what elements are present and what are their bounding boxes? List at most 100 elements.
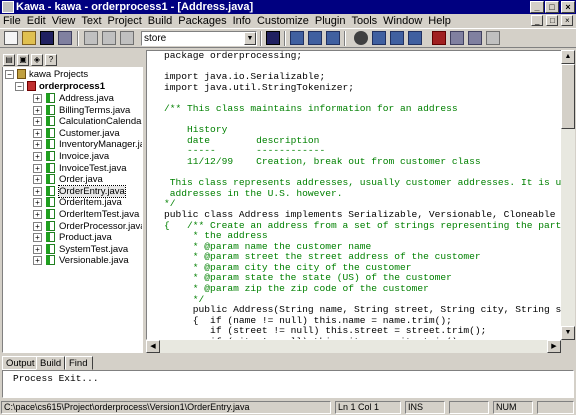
menu-tools[interactable]: Tools	[348, 14, 380, 28]
menu-build[interactable]: Build	[145, 14, 175, 28]
expand-icon[interactable]: +	[33, 140, 42, 150]
tree-file-label: Order.java	[59, 174, 103, 186]
search-combo[interactable]: store ▼	[141, 31, 257, 46]
tab-find-in-files[interactable]: Find in Files	[65, 356, 94, 395]
tree-file-item[interactable]: + OrderItemTest.java	[33, 209, 141, 220]
expand-icon[interactable]: +	[33, 233, 42, 243]
tree-file-item[interactable]: + CalculationCalendar.java	[33, 116, 142, 127]
menu-view[interactable]: View	[49, 14, 79, 28]
expand-icon[interactable]: +	[33, 152, 42, 161]
expand-icon[interactable]: +	[33, 175, 42, 185]
toolbar	[0, 28, 576, 48]
mdi-minimize-icon[interactable]: _	[531, 15, 543, 26]
tree-file-item[interactable]: + Customer.java	[33, 127, 141, 139]
scroll-down-icon[interactable]: ▼	[561, 326, 575, 340]
java-file-icon	[46, 209, 55, 219]
tree-file-item[interactable]: + Product.java	[33, 232, 141, 243]
debug-icon[interactable]	[432, 31, 446, 45]
stop-icon[interactable]	[354, 31, 368, 45]
window-list-icon[interactable]	[486, 31, 500, 45]
minimize-icon[interactable]: _	[530, 1, 544, 13]
expand-icon[interactable]: +	[33, 210, 42, 219]
expand-icon[interactable]: +	[33, 163, 42, 173]
menu-info[interactable]: Info	[230, 14, 254, 28]
build-icon[interactable]	[390, 31, 404, 45]
tree-file-item[interactable]: + InventoryManager.java	[33, 139, 142, 150]
help-view-icon[interactable]: ?	[45, 54, 57, 66]
step-over-icon[interactable]	[468, 31, 482, 45]
expand-icon[interactable]: +	[33, 105, 42, 115]
print-icon[interactable]	[266, 31, 280, 45]
tree-file-item[interactable]: + BillingTerms.java	[33, 104, 141, 116]
menu-plugin[interactable]: Plugin	[312, 14, 349, 28]
scroll-up-icon[interactable]: ▲	[561, 50, 575, 64]
tree-file-item[interactable]: + OrderEntry.java	[33, 184, 141, 198]
tree-file-label: Versionable.java	[59, 255, 129, 267]
close-icon[interactable]: ×	[561, 1, 575, 13]
menu-text[interactable]: Text	[78, 14, 104, 28]
copy-icon[interactable]	[102, 31, 116, 45]
tree-file-item[interactable]: + InvoiceTest.java	[33, 162, 141, 174]
maximize-icon[interactable]: □	[545, 1, 559, 13]
chevron-down-icon[interactable]: ▼	[244, 32, 256, 45]
project-panel-tabs: ▤ ▣ ◈ ?	[2, 53, 143, 67]
tree-root[interactable]: − kawa Projects	[5, 69, 135, 80]
expand-icon[interactable]: +	[33, 256, 42, 266]
mdi-close-icon[interactable]: ×	[561, 15, 573, 26]
scroll-left-icon[interactable]: ◀	[146, 340, 160, 353]
menu-edit[interactable]: Edit	[24, 14, 49, 28]
tree-file-item[interactable]: + Order.java	[33, 174, 141, 185]
step-into-icon[interactable]	[450, 31, 464, 45]
mdi-restore-icon[interactable]: □	[546, 15, 558, 26]
collapse-icon[interactable]: −	[15, 82, 24, 91]
menu-window[interactable]: Window	[380, 14, 425, 28]
expand-icon[interactable]: +	[33, 198, 42, 208]
expand-icon[interactable]: +	[33, 94, 42, 103]
tree-file-item[interactable]: + Invoice.java	[33, 151, 141, 162]
code-editor[interactable]: package orderprocessing; import java.io.S…	[146, 50, 562, 340]
tree-project[interactable]: − orderprocess1	[15, 81, 135, 92]
menu-file[interactable]: File	[0, 14, 24, 28]
expand-icon[interactable]: +	[33, 186, 42, 196]
save-all-icon[interactable]	[58, 31, 72, 45]
new-file-icon[interactable]	[4, 31, 18, 45]
menu-packages[interactable]: Packages	[175, 14, 229, 28]
tab-build[interactable]: Build	[36, 356, 66, 370]
compile-icon[interactable]	[372, 31, 386, 45]
tree-file-item[interactable]: + OrderProcessor.java	[33, 220, 142, 232]
code-text[interactable]: package orderprocessing; import java.io.S…	[164, 51, 561, 339]
find-icon[interactable]	[290, 31, 304, 45]
menu-help[interactable]: Help	[425, 14, 454, 28]
window-title: Kawa - kawa - orderprocess1 - [Address.j…	[16, 1, 254, 13]
collapse-icon[interactable]: −	[5, 70, 14, 79]
save-icon[interactable]	[40, 31, 54, 45]
scroll-thumb[interactable]	[561, 64, 575, 129]
main-window: Kawa - kawa - orderprocess1 - [Address.j…	[0, 0, 576, 415]
vertical-scrollbar[interactable]: ▲ ▼	[561, 50, 575, 340]
cut-icon[interactable]	[84, 31, 98, 45]
expand-icon[interactable]: +	[33, 117, 42, 127]
classes-view-icon[interactable]: ▣	[17, 54, 29, 66]
paste-icon[interactable]	[120, 31, 134, 45]
output-pane[interactable]: Process Exit...	[2, 370, 574, 398]
open-folder-icon[interactable]	[22, 31, 36, 45]
expand-icon[interactable]: +	[33, 221, 42, 231]
packages-view-icon[interactable]: ◈	[31, 54, 43, 66]
status-num: NUM	[493, 401, 533, 414]
run-icon[interactable]	[408, 31, 422, 45]
java-file-icon	[46, 139, 55, 150]
tree-file-item[interactable]: + Address.java	[33, 93, 141, 104]
expand-icon[interactable]: +	[33, 128, 42, 138]
menu-project[interactable]: Project	[105, 14, 145, 28]
expand-icon[interactable]: +	[33, 244, 42, 254]
replace-icon[interactable]	[326, 31, 340, 45]
scroll-right-icon[interactable]: ▶	[547, 340, 561, 353]
tree-file-item[interactable]: + SystemTest.java	[33, 243, 141, 255]
find-next-icon[interactable]	[308, 31, 322, 45]
tree-file-item[interactable]: + OrderItem.java	[33, 197, 141, 208]
horizontal-scrollbar[interactable]: ◀ ▶	[146, 340, 561, 353]
files-view-icon[interactable]: ▤	[3, 54, 15, 66]
menu-customize[interactable]: Customize	[254, 14, 312, 28]
tab-output[interactable]: Output	[2, 356, 39, 370]
tree-file-item[interactable]: + Versionable.java	[33, 255, 141, 266]
